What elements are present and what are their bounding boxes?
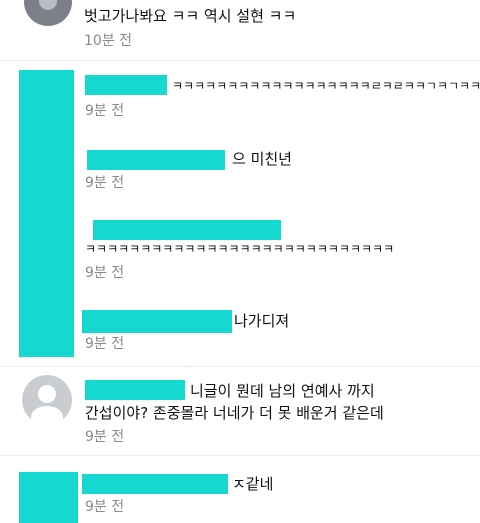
comment-3-time: 9분 전 [85, 175, 125, 191]
comment-6-text-line2: 간섭이야? 존중몰라 너네가 더 못 배운거 같은데 [85, 404, 384, 422]
avatar-head-icon [38, 385, 56, 403]
redacted-username [87, 150, 225, 170]
comment-2-text: ㅋㅋㅋㅋㅋㅋㅋㅋㅋㅋㅋㅋㅋㅋㅋㅋㅋㅋㄹㅋㄹㅋㅋㄱㅋㄱㅋㅋㅋ [172, 79, 480, 93]
avatar-photo-icon [39, 0, 57, 10]
redacted-username [85, 380, 185, 400]
comment-6-text-line1: 니글이 뭔데 남의 연예사 까지 [190, 382, 375, 400]
comment-3-text: 으 미친년 [232, 150, 292, 168]
divider [0, 366, 480, 367]
comment-7-text: ㅈ같네 [232, 475, 274, 493]
redacted-username [93, 220, 281, 240]
avatar-body-icon [31, 406, 63, 425]
comment-1-time: 10분 전 [84, 33, 133, 49]
comment-2-time: 9분 전 [85, 103, 125, 119]
comment-7-time: 9분 전 [85, 499, 125, 515]
default-user-avatar-icon[interactable] [22, 375, 72, 425]
redacted-username [82, 310, 232, 333]
redacted-avatar-column [19, 70, 74, 357]
comment-1-avatar[interactable] [24, 0, 72, 26]
redacted-avatar [19, 472, 78, 523]
comment-6-time: 9분 전 [85, 429, 125, 445]
comment-4-text: ㅋㅋㅋㅋㅋㅋㅋㅋㅋㅋㅋㅋㅋㅋㅋㅋㅋㅋㅋㅋㅋㅋㅋㅋㅋㅋㅋㅋ [85, 242, 395, 256]
comment-5-time: 9분 전 [85, 336, 125, 352]
divider [0, 455, 480, 456]
comment-1-text: 벗고가나봐요 ㅋㅋ 역시 설현 ㅋㅋ [84, 7, 297, 25]
redacted-username [82, 474, 228, 494]
redacted-username [85, 75, 167, 95]
comment-4-time: 9분 전 [85, 265, 125, 281]
comment-5-text: 나가디져 [234, 312, 290, 330]
divider [0, 60, 480, 61]
